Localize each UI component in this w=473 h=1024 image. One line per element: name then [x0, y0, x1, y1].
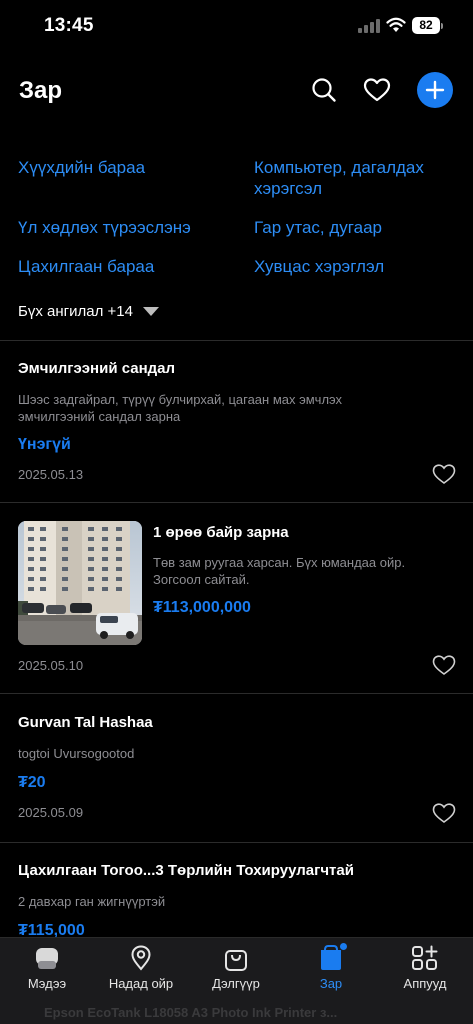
- tab-news[interactable]: Мэдээ: [0, 938, 94, 998]
- listing-photo: [18, 521, 142, 645]
- listing-card[interactable]: 1 өрөө байр зарна Төв зам руугаа харсан.…: [0, 503, 473, 693]
- listing-price: ₮113,000,000: [153, 599, 251, 616]
- listing-date: 2025.05.13: [18, 467, 84, 482]
- listing-description: togtoi Uvursogootod: [18, 746, 135, 761]
- category-link[interactable]: Гар утас, дугаар: [254, 217, 454, 238]
- favorite-heart-icon[interactable]: [432, 802, 456, 824]
- listing-title: Эмчилгээний сандал: [18, 360, 176, 377]
- ads-icon: [317, 942, 348, 972]
- favorites-button[interactable]: [359, 72, 395, 108]
- battery-tip: [441, 23, 443, 29]
- tab-label: Аппууд: [403, 976, 447, 991]
- listing-title: Цахилгаан Тогоо...3 Төрлийн Тохируулагчт…: [18, 862, 354, 879]
- tab-apps[interactable]: Аппууд: [378, 938, 472, 998]
- scrolled-listing-peek: Epson EcoTank L18058 A3 Photo Ink Printe…: [44, 1005, 338, 1020]
- listing-price: ₮20: [18, 774, 46, 791]
- listing-card[interactable]: Эмчилгээний сандал Шээс задгайрал, түрүү…: [0, 341, 473, 502]
- listing-price: Үнэгүй: [18, 436, 71, 453]
- apps-grid-icon: [411, 944, 439, 972]
- status-time: 13:45: [44, 15, 94, 36]
- category-link[interactable]: Цахилгаан бараа: [18, 256, 238, 277]
- apartment-building-image: [18, 521, 142, 645]
- category-link[interactable]: Хүүхдийн бараа: [18, 157, 228, 178]
- heart-icon: [363, 78, 391, 102]
- listing-description: Төв зам руугаа харсан. Бүх юмандаа ойр. …: [153, 555, 406, 587]
- tab-label: Дэлгүүр: [212, 976, 260, 991]
- cellular-signal-icon: [358, 19, 380, 33]
- battery-icon: 82: [412, 17, 440, 34]
- location-pin-icon: [127, 944, 155, 972]
- listing-card[interactable]: Цахилгаан Тогоо...3 Төрлийн Тохируулагчт…: [0, 843, 473, 939]
- bottom-tab-bar: Мэдээ Надад ойр Дэлгүүр Зар Аппууд Epson…: [0, 937, 473, 1024]
- category-link[interactable]: Хувцас хэрэглэл: [254, 256, 454, 277]
- tab-label: Мэдээ: [27, 976, 67, 991]
- listing-title: Gurvan Tal Hashaa: [18, 714, 153, 731]
- favorite-heart-icon[interactable]: [432, 654, 456, 676]
- tab-shop[interactable]: Дэлгүүр: [189, 938, 283, 998]
- listing-description: 2 давхар ган жигнүүртэй: [18, 894, 166, 909]
- header: Зар: [0, 64, 473, 120]
- plus-icon: [425, 80, 445, 100]
- status-bar: 13:45 82: [0, 0, 473, 54]
- tab-label: Зар: [319, 976, 343, 991]
- search-button[interactable]: [306, 72, 342, 108]
- category-link[interactable]: Компьютер, дагалдах хэрэгсэл: [254, 157, 454, 199]
- search-icon: [312, 78, 336, 102]
- category-link[interactable]: Үл хөдлөх түрээслэнэ: [18, 217, 238, 238]
- tab-nearby[interactable]: Надад ойр: [94, 938, 188, 998]
- notification-dot: [339, 942, 348, 951]
- caret-down-icon: [142, 307, 159, 316]
- add-listing-button[interactable]: [417, 72, 453, 108]
- favorite-heart-icon[interactable]: [432, 463, 456, 485]
- tab-ads[interactable]: Зар: [284, 938, 378, 998]
- news-icon: [33, 944, 61, 972]
- all-categories-toggle[interactable]: Бүх ангилал +14: [18, 303, 159, 320]
- listing-description: Шээс задгайрал, түрүү булчирхай, цагаан …: [18, 392, 343, 424]
- listing-date: 2025.05.10: [18, 658, 84, 673]
- shopping-bag-icon: [222, 944, 250, 972]
- battery-level: 82: [419, 18, 433, 32]
- listing-card[interactable]: Gurvan Tal Hashaa togtoi Uvursogootod ₮2…: [0, 694, 473, 842]
- all-categories-label: Бүх ангилал +14: [18, 303, 133, 320]
- listing-title: 1 өрөө байр зарна: [153, 524, 289, 541]
- wifi-icon: [386, 17, 406, 32]
- page-title: Зар: [19, 77, 63, 104]
- listing-date: 2025.05.09: [18, 805, 84, 820]
- tab-label: Надад ойр: [108, 976, 174, 991]
